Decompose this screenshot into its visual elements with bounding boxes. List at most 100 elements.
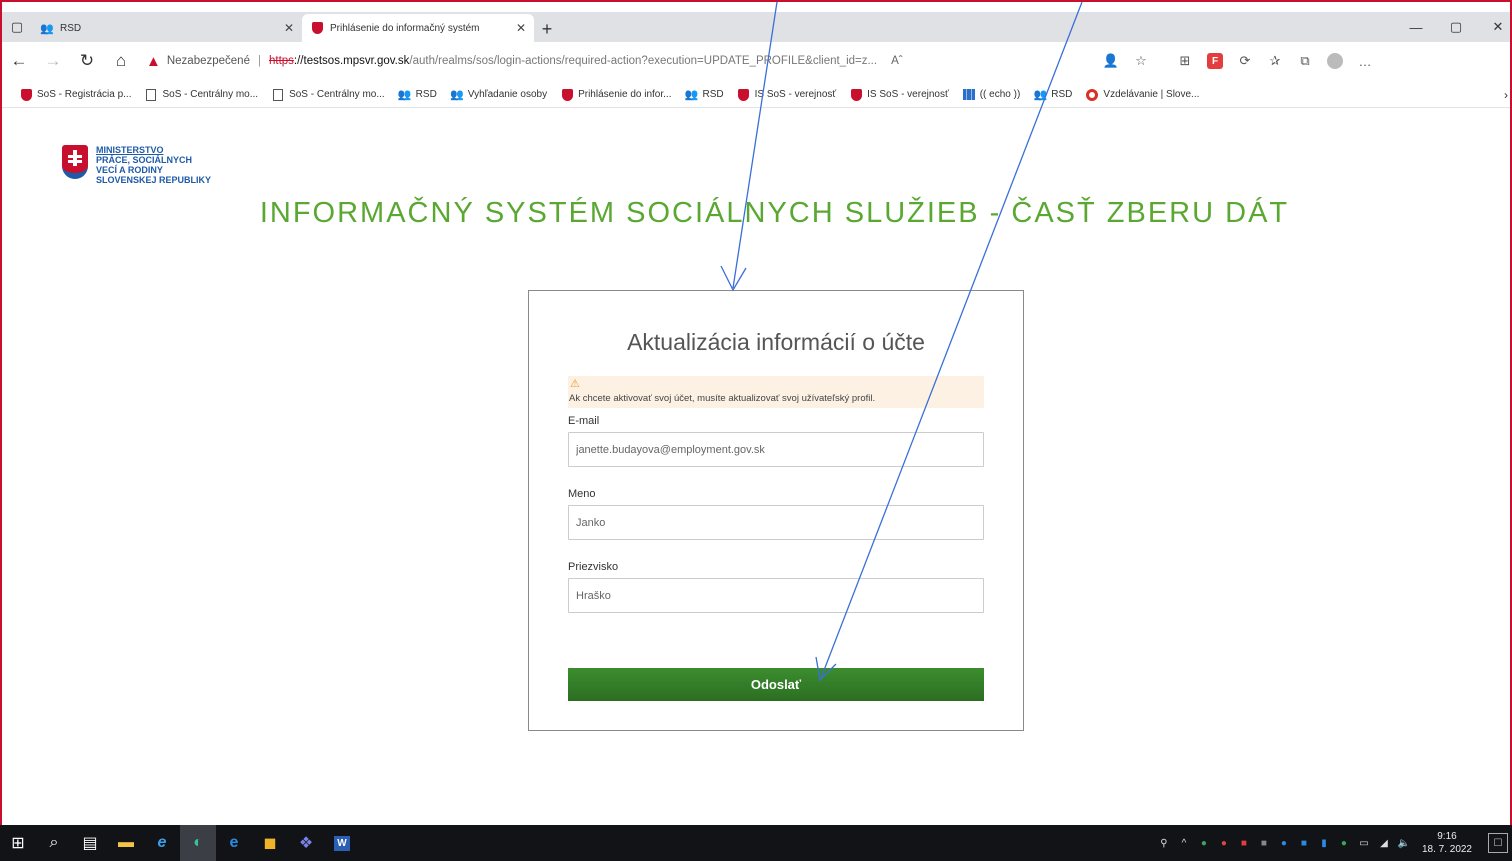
favorite-label: IS SoS - verejnosť (754, 89, 837, 100)
favorite-label: SoS - Centrálny mo... (162, 89, 259, 100)
tray-app-icon[interactable]: ● (1216, 835, 1232, 851)
file-explorer-button[interactable]: ▬ (108, 825, 144, 861)
new-tab-button[interactable]: + (534, 16, 560, 42)
favorite-item[interactable]: Vzdelávanie | Slove... (1086, 88, 1199, 101)
favorite-item[interactable]: SoS - Registrácia p... (20, 88, 131, 101)
favorite-item[interactable]: SoS - Centrálny mo... (145, 88, 259, 101)
favorite-item[interactable]: 👥 RSD (1033, 89, 1072, 101)
warning-icon: ▲ (146, 52, 161, 70)
last-name-label: Priezvisko (568, 561, 619, 573)
screenshot-frame: ▢ 👥 RSD ✕ Prihlásenie do informačný syst… (0, 0, 1512, 861)
internet-explorer-button[interactable]: e (144, 825, 180, 861)
outlook-icon: ◼ (263, 835, 277, 852)
start-button[interactable]: ⊞ (0, 825, 36, 861)
read-aloud-icon[interactable]: Aˆ (891, 55, 903, 67)
profile-button[interactable] (1320, 47, 1350, 75)
extension-c-button[interactable]: ⟳ (1230, 47, 1260, 75)
favorite-item[interactable]: IS SoS - verejnosť (738, 88, 837, 101)
tray-app-icon[interactable]: ● (1276, 835, 1292, 851)
favorites-button[interactable]: ✰ (1260, 47, 1290, 75)
search-button[interactable]: ⌕ (36, 825, 72, 861)
tab-actions-button[interactable]: ▢ (2, 12, 32, 42)
volume-icon[interactable]: 🔈 (1396, 835, 1412, 851)
update-profile-form: Aktualizácia informácií o účte ⚠ Ak chce… (528, 290, 1024, 731)
arrow-left-icon: ← (10, 51, 28, 70)
people-icon[interactable]: ⚲ (1156, 835, 1172, 851)
circle-arrow-icon: ⟳ (1239, 53, 1251, 68)
battery-icon[interactable]: ▭ (1356, 835, 1372, 851)
submit-button[interactable]: Odoslať (568, 668, 984, 701)
maximize-button[interactable]: ▢ (1436, 12, 1476, 42)
favorite-item[interactable]: 👥 Vyhľadanie osoby (450, 89, 548, 101)
tray-app-icon[interactable]: ● (1336, 835, 1352, 851)
tray-app-icon[interactable]: ■ (1256, 835, 1272, 851)
favorite-item[interactable]: 👥 RSD (397, 89, 437, 101)
task-view-button[interactable]: ▤ (72, 825, 108, 861)
favorite-label: IS SoS - verejnosť (867, 89, 949, 100)
email-field[interactable] (568, 432, 984, 467)
network-icon[interactable]: ◢ (1376, 835, 1392, 851)
tab-rsd[interactable]: 👥 RSD ✕ (32, 14, 302, 42)
minimize-button[interactable]: — (1396, 12, 1436, 42)
add-favorite-button[interactable]: ☆ (1126, 47, 1156, 75)
tray-app-icon[interactable]: ● (1196, 835, 1212, 851)
favorite-item[interactable]: IS SoS - verejnosť (850, 88, 949, 101)
edge-button[interactable]: ◐ (180, 825, 216, 861)
minimize-icon: — (1409, 19, 1423, 35)
extension-red-button[interactable]: F (1200, 47, 1230, 75)
ministry-logo[interactable]: MINISTERSTVO PRÁCE, SOCIÁLNYCH VECÍ A RO… (62, 145, 246, 185)
chevron-up-icon[interactable]: ^ (1176, 835, 1192, 851)
logo-line: PRÁCE, SOCIÁLNYCH (96, 155, 193, 165)
task-view-icon: ▤ (82, 835, 98, 852)
address-bar[interactable]: ▲ Nezabezpečené | https ://testsos.mpsvr… (146, 47, 1096, 75)
warning-icon: ⚠ (570, 378, 580, 390)
forward-button[interactable]: → (36, 46, 70, 76)
clock[interactable]: 9:16 18. 7. 2022 (1422, 830, 1472, 856)
extension-button[interactable]: ⊞ (1170, 47, 1200, 75)
teams-button[interactable]: ❖ (288, 825, 324, 861)
favorites-bar: SoS - Registrácia p... SoS - Centrálny mo… (2, 82, 1510, 108)
clock-time: 9:16 (1437, 831, 1457, 842)
profile-switch-button[interactable]: 👤 (1096, 47, 1126, 75)
close-icon[interactable]: ✕ (284, 21, 294, 35)
windows-icon: ⊞ (11, 835, 25, 852)
logo-line: MINISTERSTVO (96, 145, 164, 155)
browser-tab-strip: ▢ 👥 RSD ✕ Prihlásenie do informačný syst… (2, 12, 1510, 42)
people-icon: 👥 (40, 22, 54, 35)
word-button[interactable]: W (324, 825, 360, 861)
close-icon[interactable]: ✕ (516, 21, 526, 35)
star-add-icon: ☆ (1135, 53, 1147, 68)
first-name-field[interactable] (568, 505, 984, 540)
close-window-button[interactable]: ✕ (1478, 12, 1510, 42)
people-icon: 👥 (397, 89, 412, 101)
tray-app-icon[interactable]: ▮ (1316, 835, 1332, 851)
shield-icon (310, 21, 324, 35)
page-content: MINISTERSTVO PRÁCE, SOCIÁLNYCH VECÍ A RO… (2, 109, 1510, 827)
outlook-button[interactable]: ◼ (252, 825, 288, 861)
tray-app-icon[interactable]: ■ (1296, 835, 1312, 851)
notification-center-button[interactable]: ☐ (1488, 833, 1508, 853)
favorite-item[interactable]: (( echo )) (962, 89, 1020, 101)
tab-title: RSD (60, 22, 82, 34)
favorite-label: Vyhľadanie osoby (467, 89, 548, 100)
favorite-item[interactable]: 👥 RSD (685, 89, 724, 101)
favorite-item[interactable]: Prihlásenie do infor... (561, 88, 672, 101)
favorite-label: Prihlásenie do infor... (578, 89, 672, 100)
refresh-button[interactable]: ↻ (70, 46, 104, 76)
refresh-icon: ↻ (79, 51, 95, 70)
home-button[interactable]: ⌂ (104, 46, 138, 76)
favorite-item[interactable]: SoS - Centrálny mo... (272, 88, 385, 101)
chevron-right-icon[interactable]: › (1504, 88, 1508, 102)
tab-login[interactable]: Prihlásenie do informačný systém ✕ (302, 14, 534, 42)
collections-button[interactable]: ⧉ (1290, 47, 1320, 75)
chart-icon (962, 89, 975, 101)
more-button[interactable]: … (1350, 47, 1380, 75)
tray-app-icon[interactable]: ■ (1236, 835, 1252, 851)
ring-icon (1086, 88, 1099, 101)
edge-legacy-button[interactable]: e (216, 825, 252, 861)
edge-icon: ◐ (193, 834, 203, 851)
last-name-field[interactable] (568, 578, 984, 613)
warning-alert: ⚠ Ak chcete aktivovať svoj účet, musíte … (568, 376, 984, 408)
back-button[interactable]: ← (2, 46, 36, 76)
email-label: E-mail (568, 415, 600, 427)
